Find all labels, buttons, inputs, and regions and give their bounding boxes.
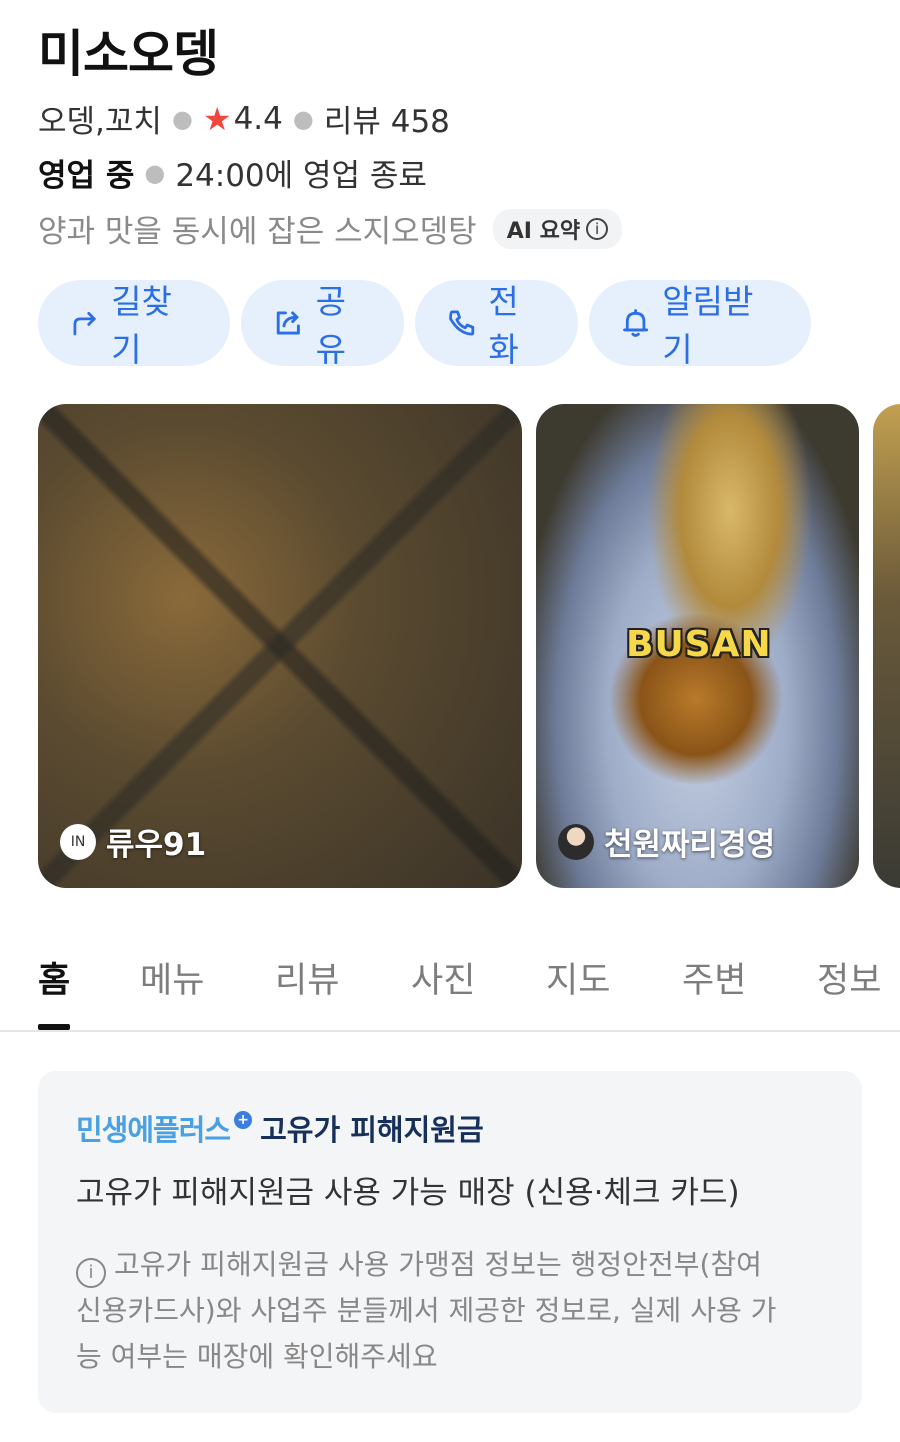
- ai-summary-row: 양과 맛을 동시에 잡은 스지오뎅탕 AI 요약 i: [38, 206, 623, 251]
- separator-dot: ●: [292, 104, 314, 133]
- photo-credit: 천원짜리경영: [558, 819, 775, 864]
- tab-menu[interactable]: 메뉴: [140, 952, 204, 1003]
- subsidy-notice-card: 민생에플러스 + 고유가 피해지원금 고유가 피해지원금 사용 가능 매장 (신…: [38, 1071, 862, 1413]
- active-tab-indicator: [38, 1024, 70, 1030]
- tab-photos[interactable]: 사진: [411, 952, 475, 1003]
- photo-credit: IN 류우91: [60, 819, 206, 864]
- photo-author: 천원짜리경영: [604, 827, 776, 863]
- disclaimer-line: 신용카드사)와 사업주 분들께서 제공한 정보로, 실제 사용 가: [76, 1294, 777, 1327]
- directions-icon: [73, 311, 96, 336]
- plus-icon: +: [234, 1111, 253, 1129]
- separator-dot: ●: [144, 158, 166, 187]
- info-icon[interactable]: i: [586, 217, 609, 240]
- tab-info[interactable]: 정보: [817, 952, 881, 1003]
- review-count-link[interactable]: 리뷰 458: [324, 96, 450, 141]
- share-label: 공유: [315, 282, 346, 369]
- share-button[interactable]: 공유: [241, 280, 404, 369]
- call-button[interactable]: 전화: [415, 280, 578, 369]
- ai-badge-label: AI 요약: [506, 218, 581, 244]
- phone-icon: [449, 310, 475, 336]
- info-icon: i: [76, 1258, 106, 1288]
- photo-author: 류우91: [106, 827, 207, 863]
- open-status: 영업 중: [38, 158, 135, 194]
- tab-home[interactable]: 홈: [38, 952, 70, 1003]
- place-meta-row: 오뎅,꼬치 ● ★ 4.4 ● 리뷰 458: [38, 96, 450, 141]
- rating-value: 4.4: [233, 100, 283, 137]
- category-text: 오뎅,꼬치: [38, 104, 162, 140]
- photo-card[interactable]: BUSAN 천원짜리경영: [536, 404, 859, 888]
- action-buttons: 길찾기 공유 전화 알림받기: [38, 280, 811, 369]
- avatar: IN: [60, 823, 96, 860]
- brand-logo-text: 민생에플러스: [76, 1113, 231, 1147]
- directions-label: 길찾기: [111, 282, 172, 369]
- brand-program-name: 고유가 피해지원금: [260, 1113, 484, 1147]
- tab-nearby[interactable]: 주변: [682, 952, 746, 1003]
- photo-overlay-text: BUSAN: [626, 624, 772, 665]
- bell-icon: [623, 309, 649, 337]
- separator-dot: ●: [171, 104, 193, 133]
- notice-main-text: 고유가 피해지원금 사용 가능 매장 (신용·체크 카드): [76, 1175, 740, 1211]
- avatar: [558, 823, 594, 860]
- photo-carousel[interactable]: IN 류우91 BUSAN 천원짜리경영: [38, 404, 900, 888]
- notice-brand: 민생에플러스 + 고유가 피해지원금: [76, 1107, 824, 1149]
- tab-map[interactable]: 지도: [546, 952, 610, 1003]
- share-icon: [276, 311, 300, 335]
- notification-label: 알림받기: [662, 282, 754, 369]
- notice-disclaimer: i 고유가 피해지원금 사용 가맹점 정보는 행정안전부(참여 신용카드사)와 사…: [76, 1242, 824, 1380]
- notification-button[interactable]: 알림받기: [589, 280, 811, 369]
- photo-card[interactable]: IN 류우91: [38, 404, 522, 888]
- closing-time: 24:00에 영업 종료: [175, 158, 427, 194]
- ai-summary-text: 양과 맛을 동시에 잡은 스지오뎅탕: [38, 214, 477, 250]
- call-label: 전화: [488, 282, 519, 369]
- directions-button[interactable]: 길찾기: [38, 280, 230, 369]
- business-hours-row[interactable]: 영업 중 ● 24:00에 영업 종료: [38, 150, 427, 195]
- disclaimer-line: 고유가 피해지원금 사용 가맹점 정보는 행정안전부(참여: [114, 1248, 762, 1281]
- photo-card[interactable]: [873, 404, 900, 888]
- place-title: 미소오뎅: [38, 25, 219, 83]
- star-icon: ★: [202, 99, 232, 138]
- tab-reviews[interactable]: 리뷰: [275, 952, 339, 1003]
- disclaimer-line: 능 여부는 매장에 확인해주세요: [76, 1340, 438, 1373]
- ai-summary-badge[interactable]: AI 요약 i: [492, 208, 623, 249]
- tab-bar: 홈 메뉴 리뷰 사진 지도 주변 정보: [0, 930, 900, 1032]
